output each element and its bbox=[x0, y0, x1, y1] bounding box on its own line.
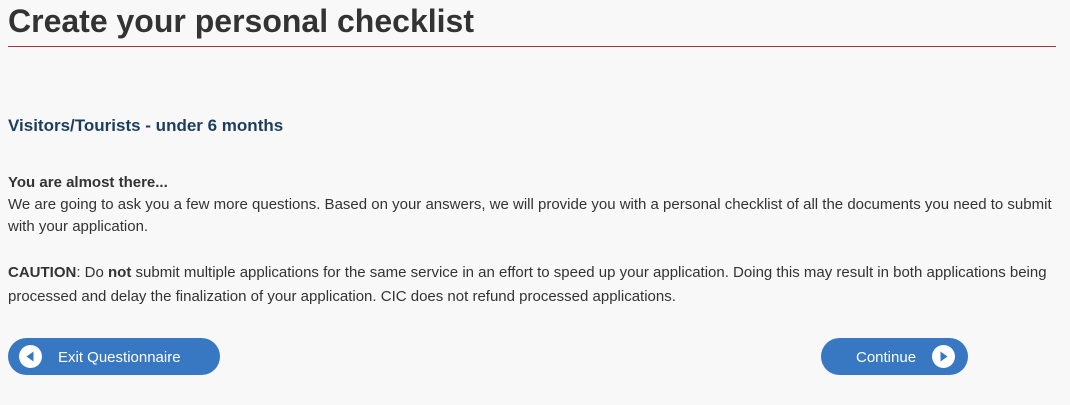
title-divider bbox=[8, 46, 1056, 47]
caution-text-part1: : Do bbox=[76, 264, 109, 281]
arrow-left-circle-icon bbox=[19, 345, 42, 368]
caution-paragraph: CAUTION: Do not submit multiple applicat… bbox=[8, 261, 1060, 309]
intro-body: We are going to ask you a few more quest… bbox=[8, 196, 1052, 235]
caution-text-part2: submit multiple applications for the sam… bbox=[8, 264, 1047, 305]
caution-emphasis: not bbox=[108, 264, 132, 281]
intro-heading: You are almost there... bbox=[8, 174, 168, 191]
exit-button-label: Exit Questionnaire bbox=[58, 349, 181, 366]
exit-questionnaire-button[interactable]: Exit Questionnaire bbox=[8, 338, 220, 375]
caution-label: CAUTION bbox=[8, 264, 77, 281]
arrow-right-circle-icon bbox=[932, 345, 955, 368]
intro-block: You are almost there... We are going to … bbox=[8, 172, 1060, 238]
continue-button-label: Continue bbox=[856, 349, 917, 366]
continue-button[interactable]: Continue bbox=[821, 338, 968, 375]
page-title: Create your personal checklist bbox=[8, 3, 474, 39]
section-heading: Visitors/Tourists - under 6 months bbox=[8, 116, 284, 135]
